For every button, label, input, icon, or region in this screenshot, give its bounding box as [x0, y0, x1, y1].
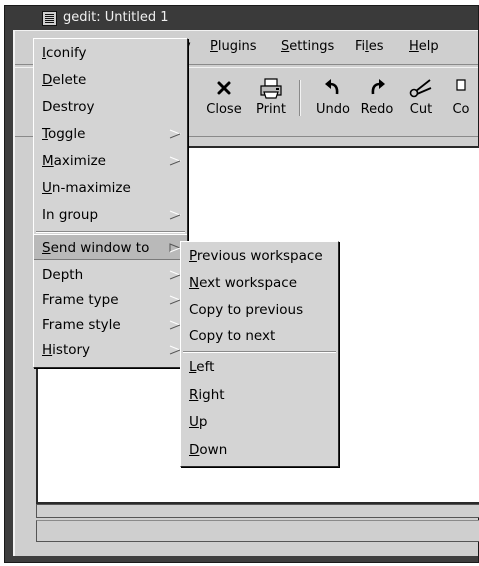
menu-item-destroy[interactable]: Destroy — [34, 94, 187, 120]
undo-icon — [325, 79, 339, 95]
window-operations-menu: Iconify Delete Destroy Toggle Maximize U… — [33, 38, 188, 368]
submenu-arrow-icon — [169, 156, 181, 166]
toolbar-separator — [299, 80, 301, 116]
redo-icon — [371, 79, 385, 95]
printer-icon — [260, 78, 282, 99]
status-bar — [36, 520, 479, 542]
menu-item-in-group[interactable]: In group — [34, 202, 187, 228]
submenu-arrow-icon — [169, 129, 181, 139]
menu-item-copy-to-next[interactable]: Copy to next — [181, 323, 338, 349]
undo-button[interactable]: Undo — [311, 76, 355, 117]
title-bar[interactable]: gedit: Untitled 1 — [5, 6, 478, 30]
menu-item-left[interactable]: Left — [181, 354, 338, 380]
menu-files[interactable]: Files — [355, 39, 384, 54]
redo-button[interactable]: Redo — [355, 76, 399, 117]
menu-item-maximize[interactable]: Maximize — [34, 148, 187, 174]
print-button[interactable]: Print — [249, 76, 293, 117]
copy-button[interactable]: Co — [441, 76, 479, 117]
send-window-to-submenu: Previous workspace Next workspace Copy t… — [180, 241, 339, 467]
menu-item-depth[interactable]: Depth — [34, 262, 187, 288]
menu-item-right[interactable]: Right — [181, 382, 338, 408]
menu-plugins[interactable]: Plugins — [210, 39, 257, 54]
close-button[interactable]: Close — [199, 76, 249, 117]
menu-item-frame-style[interactable]: Frame style — [34, 312, 187, 338]
window-menu-icon[interactable] — [42, 11, 57, 26]
copy-icon — [456, 79, 466, 91]
cut-button[interactable]: Cut — [401, 76, 441, 117]
menu-item-unmaximize[interactable]: Un-maximize — [34, 175, 187, 201]
menu-item-up[interactable]: Up — [181, 409, 338, 435]
menu-separator — [183, 351, 336, 353]
menu-help[interactable]: Help — [409, 39, 439, 54]
menu-item-copy-to-previous[interactable]: Copy to previous — [181, 297, 338, 323]
menu-item-send-window-to[interactable]: Send window to — [34, 234, 187, 260]
menu-item-iconify[interactable]: Iconify — [34, 40, 187, 66]
close-x-icon — [217, 81, 231, 95]
submenu-arrow-icon — [169, 210, 181, 220]
horizontal-scrollbar[interactable] — [36, 504, 479, 518]
scissors-icon — [409, 79, 432, 98]
menu-item-next-workspace[interactable]: Next workspace — [181, 270, 338, 296]
menu-item-history[interactable]: History — [34, 337, 187, 363]
menu-item-down[interactable]: Down — [181, 437, 338, 463]
menu-item-frame-type[interactable]: Frame type — [34, 287, 187, 313]
menu-item-previous-workspace[interactable]: Previous workspace — [181, 243, 338, 269]
menu-item-toggle[interactable]: Toggle — [34, 121, 187, 147]
menu-item-delete[interactable]: Delete — [34, 67, 187, 93]
window-title: gedit: Untitled 1 — [63, 10, 169, 25]
menu-separator — [36, 231, 185, 233]
menu-settings[interactable]: Settings — [281, 39, 334, 54]
